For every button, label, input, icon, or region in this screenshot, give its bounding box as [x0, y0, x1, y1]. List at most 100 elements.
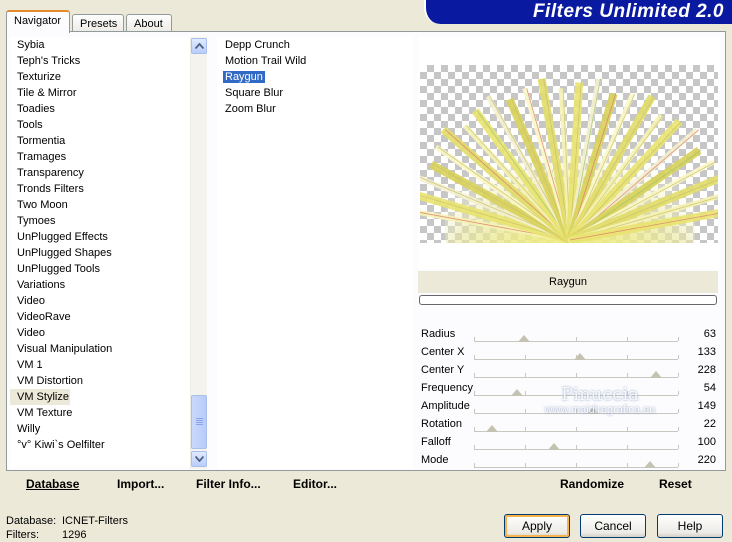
param-slider-thumb[interactable]: [518, 335, 531, 342]
category-item[interactable]: Transparency: [10, 165, 190, 181]
param-slider-thumb[interactable]: [485, 425, 498, 432]
tab-about[interactable]: About: [126, 14, 172, 32]
filter-list[interactable]: Depp Crunch Motion Trail Wild Raygun Square…: [217, 37, 413, 469]
parameter-sliders: Radius 63 Center X 133 Center Y 228 Frequency 5…: [418, 326, 718, 470]
filters-count-value: 1296: [62, 529, 87, 541]
banner-title: Filters Unlimited 2.0: [532, 1, 724, 22]
param-slider-track[interactable]: [474, 413, 678, 414]
cancel-button[interactable]: Cancel: [580, 514, 646, 538]
preview-panel: [418, 37, 720, 269]
category-item[interactable]: Toadies: [10, 101, 190, 117]
scroll-down-button[interactable]: [191, 451, 207, 467]
category-item[interactable]: Tools: [10, 117, 190, 133]
filter-item[interactable]: Depp Crunch: [217, 37, 413, 53]
filter-item[interactable]: Zoom Blur: [217, 101, 413, 117]
category-item[interactable]: Video: [10, 293, 190, 309]
category-item[interactable]: Visual Manipulation: [10, 341, 190, 357]
param-slider-track[interactable]: [474, 449, 678, 450]
param-row[interactable]: Frequency 54: [418, 380, 718, 398]
category-list[interactable]: Sybia Teph's Tricks Texturize Tile & Mirror…: [10, 37, 190, 467]
param-row[interactable]: Falloff 100: [418, 434, 718, 452]
category-item[interactable]: °v° Kiwi`s Oelfilter: [10, 437, 190, 453]
category-item[interactable]: VM Stylize: [10, 389, 70, 405]
param-label: Amplitude: [421, 400, 470, 412]
filter-item[interactable]: Raygun: [217, 69, 413, 85]
filter-info-button[interactable]: Filter Info...: [196, 475, 261, 493]
param-row[interactable]: Radius 63: [418, 326, 718, 344]
category-item[interactable]: Tile & Mirror: [10, 85, 190, 101]
category-item[interactable]: Tymoes: [10, 213, 190, 229]
filters-count-label: Filters:: [6, 529, 39, 541]
category-item[interactable]: Tramages: [10, 149, 190, 165]
param-label: Falloff: [421, 436, 451, 448]
param-value: 149: [697, 400, 716, 412]
param-value: 220: [697, 454, 716, 466]
filter-item-label: Motion Trail Wild: [225, 55, 307, 67]
param-value: 228: [697, 364, 716, 376]
category-item[interactable]: Video: [10, 325, 190, 341]
param-row[interactable]: Center X 133: [418, 344, 718, 362]
param-slider-thumb[interactable]: [548, 443, 560, 450]
category-item[interactable]: Tronds Filters: [10, 181, 190, 197]
category-scrollbar[interactable]: [190, 37, 207, 469]
tab-navigator[interactable]: Navigator: [6, 10, 70, 33]
import-button[interactable]: Import...: [117, 475, 164, 493]
database-info: Database: ICNET-Filters Filters: 1296: [6, 514, 128, 542]
param-slider-track[interactable]: [474, 431, 678, 432]
filter-item[interactable]: Motion Trail Wild: [217, 53, 413, 69]
scroll-thumb[interactable]: [191, 395, 207, 449]
param-row[interactable]: Center Y 228: [418, 362, 718, 380]
param-slider-thumb[interactable]: [644, 461, 656, 468]
database-button[interactable]: Database: [26, 475, 79, 493]
progress-bar: [419, 295, 717, 305]
title-banner: Filters Unlimited 2.0: [424, 0, 732, 24]
param-label: Radius: [421, 328, 456, 340]
category-item[interactable]: VM Distortion: [10, 373, 190, 389]
category-item[interactable]: Tormentia: [10, 133, 190, 149]
reset-button[interactable]: Reset: [659, 475, 692, 493]
tab-presets[interactable]: Presets: [72, 14, 124, 32]
param-value: 63: [703, 328, 716, 340]
category-item[interactable]: Two Moon: [10, 197, 190, 213]
filter-item-label: Depp Crunch: [225, 39, 290, 51]
chevron-down-icon: [195, 456, 204, 462]
param-value: 100: [697, 436, 716, 448]
param-slider-thumb[interactable]: [587, 407, 600, 414]
category-item[interactable]: Texturize: [10, 69, 190, 85]
randomize-button[interactable]: Randomize: [560, 475, 624, 493]
param-label: Center Y: [421, 364, 465, 376]
category-item[interactable]: VideoRave: [10, 309, 190, 325]
category-item[interactable]: VM Texture: [10, 405, 190, 421]
category-item[interactable]: Teph's Tricks: [10, 53, 190, 69]
param-row[interactable]: Rotation 22: [418, 416, 718, 434]
param-label: Center X: [421, 346, 465, 358]
category-item[interactable]: UnPlugged Effects: [10, 229, 190, 245]
category-item[interactable]: Willy: [10, 421, 190, 437]
apply-button[interactable]: Apply: [504, 514, 570, 538]
preview-image: [420, 65, 718, 243]
param-label: Frequency: [421, 382, 473, 394]
category-item[interactable]: VM 1: [10, 357, 190, 373]
editor-button[interactable]: Editor...: [293, 475, 337, 493]
category-item[interactable]: Sybia: [10, 37, 190, 53]
param-label: Mode: [421, 454, 449, 466]
filter-item[interactable]: Square Blur: [217, 85, 413, 101]
category-item[interactable]: Variations: [10, 277, 190, 293]
help-button[interactable]: Help: [657, 514, 723, 538]
database-info-label: Database:: [6, 515, 57, 527]
param-slider-track[interactable]: [474, 341, 678, 342]
param-slider-thumb[interactable]: [650, 371, 663, 378]
category-item[interactable]: UnPlugged Shapes: [10, 245, 190, 261]
param-slider-track[interactable]: [474, 377, 678, 378]
category-item[interactable]: UnPlugged Tools: [10, 261, 190, 277]
param-slider-track[interactable]: [474, 395, 678, 396]
database-info-value: ICNET-Filters: [62, 515, 128, 527]
filter-item-label: Square Blur: [225, 87, 284, 99]
param-row[interactable]: Mode 220: [418, 452, 718, 470]
param-slider-thumb[interactable]: [511, 389, 524, 396]
scroll-up-button[interactable]: [191, 38, 207, 54]
chevron-up-icon: [195, 43, 204, 49]
param-row[interactable]: Amplitude 149: [418, 398, 718, 416]
selected-filter-title: Raygun: [418, 271, 718, 293]
param-slider-thumb[interactable]: [574, 353, 587, 360]
